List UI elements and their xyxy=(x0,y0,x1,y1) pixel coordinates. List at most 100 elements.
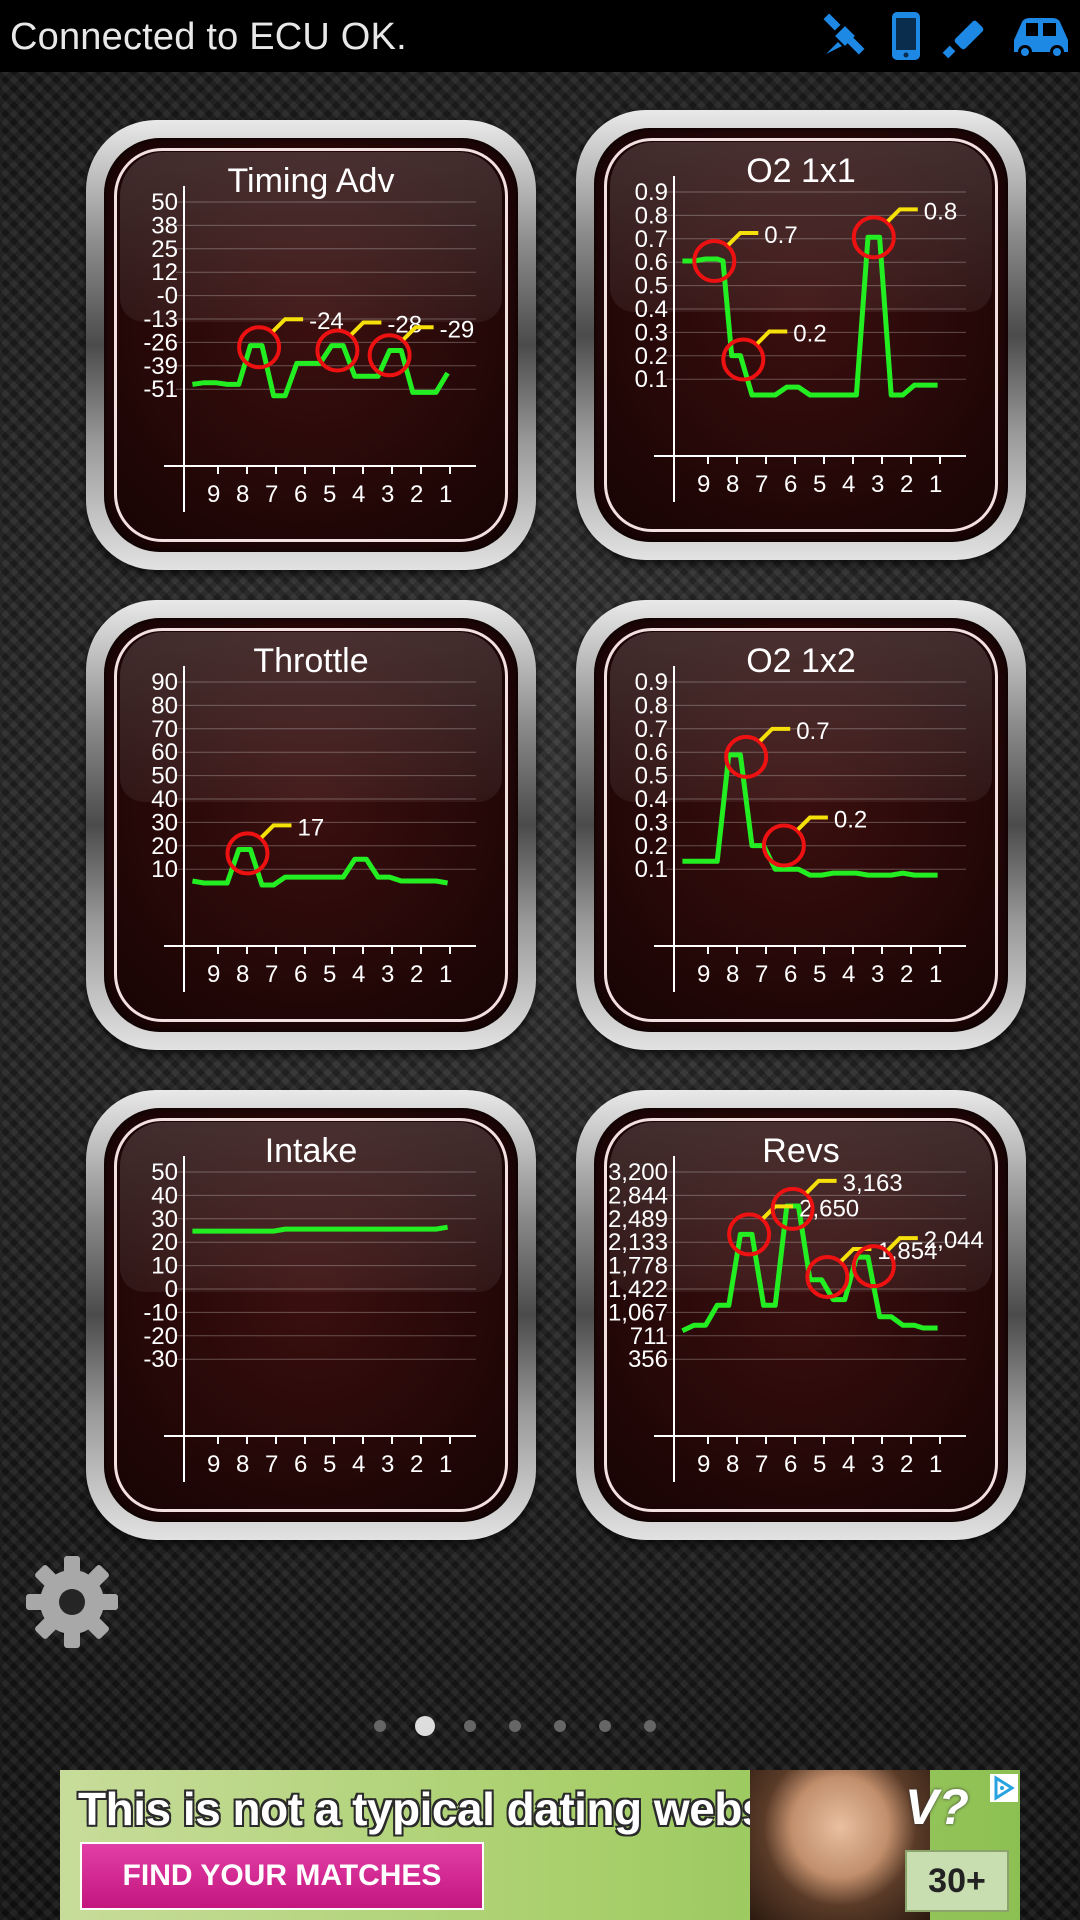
gauge-throttle[interactable]: Throttle 90 80 70 60 50 40 30 20 10 9 8 7 6 5 4 3 2 1 17 xyxy=(86,600,536,1050)
gauge-o2-1x1[interactable]: O2 1x1 0.9 0.8 0.7 0.6 0.5 0.4 0.3 0.2 0.1 9 8 7 6 5 4… xyxy=(576,110,1026,560)
gauge-revs[interactable]: Revs 3,200 2,844 2,489 2,133 1,778 1,422 1,067… xyxy=(576,1090,1026,1540)
peak-value-label: 0.7 xyxy=(796,718,829,745)
page-dot[interactable] xyxy=(644,1720,656,1732)
page-dot[interactable] xyxy=(599,1720,611,1732)
gauge-face: O2 1x2 0.9 0.8 0.7 0.6 0.5 0.4 0.3 0.2 0.1 9 8 7 6 5 4… xyxy=(594,618,1008,1032)
ad-find-matches-button[interactable]: FIND YOUR MATCHES xyxy=(80,1842,484,1910)
revs-chart: 3,2002,8442,4892,1331,7781,4221,06771135… xyxy=(608,1156,984,1482)
peak-marker-flag xyxy=(271,317,304,333)
x-tick-label: 6 xyxy=(784,961,797,988)
page-dot[interactable] xyxy=(415,1716,435,1736)
ad-choices-icon[interactable] xyxy=(990,1774,1018,1802)
x-tick-label: 4 xyxy=(842,961,855,988)
x-tick-label: 8 xyxy=(726,961,739,988)
x-tick-label: 3 xyxy=(381,1451,394,1478)
ad-age-badge: 30+ xyxy=(905,1850,1009,1912)
x-tick-label: 5 xyxy=(323,481,336,508)
phone-icon xyxy=(892,12,920,60)
x-tick-label: 5 xyxy=(323,1451,336,1478)
y-tick-label: -30 xyxy=(143,1346,178,1373)
x-tick-label: 2 xyxy=(900,471,913,498)
peak-marker-flag xyxy=(758,726,791,743)
connection-status-text: Connected to ECU OK. xyxy=(10,16,407,58)
x-tick-label: 1 xyxy=(929,961,942,988)
x-tick-label: 2 xyxy=(900,1451,913,1478)
x-tick-label: 3 xyxy=(871,1451,884,1478)
x-tick-label: 5 xyxy=(813,1451,826,1478)
x-tick-label: 2 xyxy=(410,961,423,988)
x-tick-label: 2 xyxy=(900,961,913,988)
settings-gear-icon[interactable] xyxy=(22,1552,122,1652)
x-tick-label: 6 xyxy=(294,1451,307,1478)
o2-1x2-chart: 0.90.80.70.60.50.40.30.20.19 8 7 6 5 4 3 2 10.70… xyxy=(635,666,966,992)
y-tick-label: -51 xyxy=(143,376,178,403)
peak-marker-ring xyxy=(315,328,360,373)
page-dot[interactable] xyxy=(464,1720,476,1732)
peak-value-label: 2,044 xyxy=(924,1227,984,1254)
page-dot[interactable] xyxy=(509,1720,521,1732)
x-tick-label: 6 xyxy=(294,961,307,988)
x-tick-label: 8 xyxy=(726,471,739,498)
page-indicator[interactable] xyxy=(370,1713,660,1739)
x-tick-label: 1 xyxy=(439,961,452,988)
peak-marker-flag xyxy=(805,1178,837,1195)
y-tick-label: 10 xyxy=(151,856,178,883)
gauge-face: O2 1x1 0.9 0.8 0.7 0.6 0.5 0.4 0.3 0.2 0.1 9 8 7 6 5 4… xyxy=(594,128,1008,542)
x-tick-label: 8 xyxy=(726,1451,739,1478)
throttle-chart: 9080706050403020109 8 7 6 5 4 3 2 117 xyxy=(151,666,476,992)
x-tick-label: 2 xyxy=(410,481,423,508)
ad-banner[interactable]: This is not a typical dating website! FI… xyxy=(60,1770,1020,1920)
x-tick-label: 7 xyxy=(265,961,278,988)
status-bar: Connected to ECU OK. xyxy=(0,0,1080,72)
x-tick-label: 9 xyxy=(697,1451,710,1478)
intake-chart: 50403020100-10-20-309 8 7 6 5 4 3 2 1 xyxy=(143,1156,476,1482)
timing-adv-chart: 50382512-0-13-26-39-519 8 7 6 5 4 3 2 1-24 -28 -29 xyxy=(143,186,476,512)
ad-photo xyxy=(750,1770,930,1920)
page-dot[interactable] xyxy=(374,1720,386,1732)
gauge-timing-adv[interactable]: Timing Adv 50 38 25 12 -0 -13 -26 -39 -51 9 8 7 6 5 4 3… xyxy=(86,120,536,570)
sensor-trace-line xyxy=(192,1224,449,1234)
peak-value-label: 0.2 xyxy=(793,320,826,347)
y-tick-label: 0.1 xyxy=(635,366,668,393)
x-tick-label: 9 xyxy=(207,961,220,988)
x-tick-label: 6 xyxy=(784,1451,797,1478)
gauge-face: Throttle 90 80 70 60 50 40 30 20 10 9 8 7 6 5 4 3 2 1 17 xyxy=(104,618,518,1032)
gauge-intake[interactable]: Intake 50 40 30 20 10 0 -10 -20 -30 9 8 7 6 5 4 3 2 1 xyxy=(86,1090,536,1540)
peak-value-label: -29 xyxy=(440,316,475,343)
x-tick-label: 1 xyxy=(439,481,452,508)
gauge-o2-1x2[interactable]: O2 1x2 0.9 0.8 0.7 0.6 0.5 0.4 0.3 0.2 0.1 9 8 7 6 5 4… xyxy=(576,600,1026,1050)
x-tick-label: 8 xyxy=(236,481,249,508)
x-tick-label: 7 xyxy=(755,471,768,498)
x-tick-label: 4 xyxy=(352,1451,365,1478)
x-tick-label: 2 xyxy=(410,1451,423,1478)
ad-headline: This is not a typical dating website! xyxy=(78,1783,834,1835)
x-tick-label: 1 xyxy=(929,471,942,498)
car-icon xyxy=(1014,18,1068,59)
peak-value-label: 0.8 xyxy=(924,198,957,225)
y-tick-label: 356 xyxy=(628,1346,668,1373)
x-tick-label: 6 xyxy=(294,481,307,508)
satellite-icon xyxy=(823,13,865,55)
x-tick-label: 7 xyxy=(755,961,768,988)
peak-marker-flag xyxy=(796,815,828,831)
x-tick-label: 1 xyxy=(929,1451,942,1478)
x-tick-label: 4 xyxy=(352,481,365,508)
sensor-trace-line xyxy=(682,234,938,398)
x-tick-label: 3 xyxy=(871,961,884,988)
x-tick-label: 4 xyxy=(352,961,365,988)
gauge-face: Intake 50 40 30 20 10 0 -10 -20 -30 9 8 7 6 5 4 3 2 1 xyxy=(104,1108,518,1522)
x-tick-label: 3 xyxy=(381,481,394,508)
peak-marker-flag xyxy=(349,320,382,336)
page-dot[interactable] xyxy=(554,1720,566,1732)
x-tick-label: 5 xyxy=(813,471,826,498)
y-tick-label: 0.1 xyxy=(635,856,668,883)
gauge-face: Revs 3,200 2,844 2,489 2,133 1,778 1,422 1,067… xyxy=(594,1108,1008,1522)
x-tick-label: 8 xyxy=(236,961,249,988)
x-tick-label: 7 xyxy=(265,481,278,508)
x-tick-label: 9 xyxy=(207,1451,220,1478)
x-tick-label: 5 xyxy=(813,961,826,988)
peak-value-label: 0.7 xyxy=(764,222,797,249)
o2-1x1-chart: 0.90.80.70.60.50.40.30.20.19 8 7 6 5 4 3 2 10.70… xyxy=(635,176,966,502)
x-tick-label: 1 xyxy=(439,1451,452,1478)
peak-marker-flag xyxy=(755,329,788,345)
